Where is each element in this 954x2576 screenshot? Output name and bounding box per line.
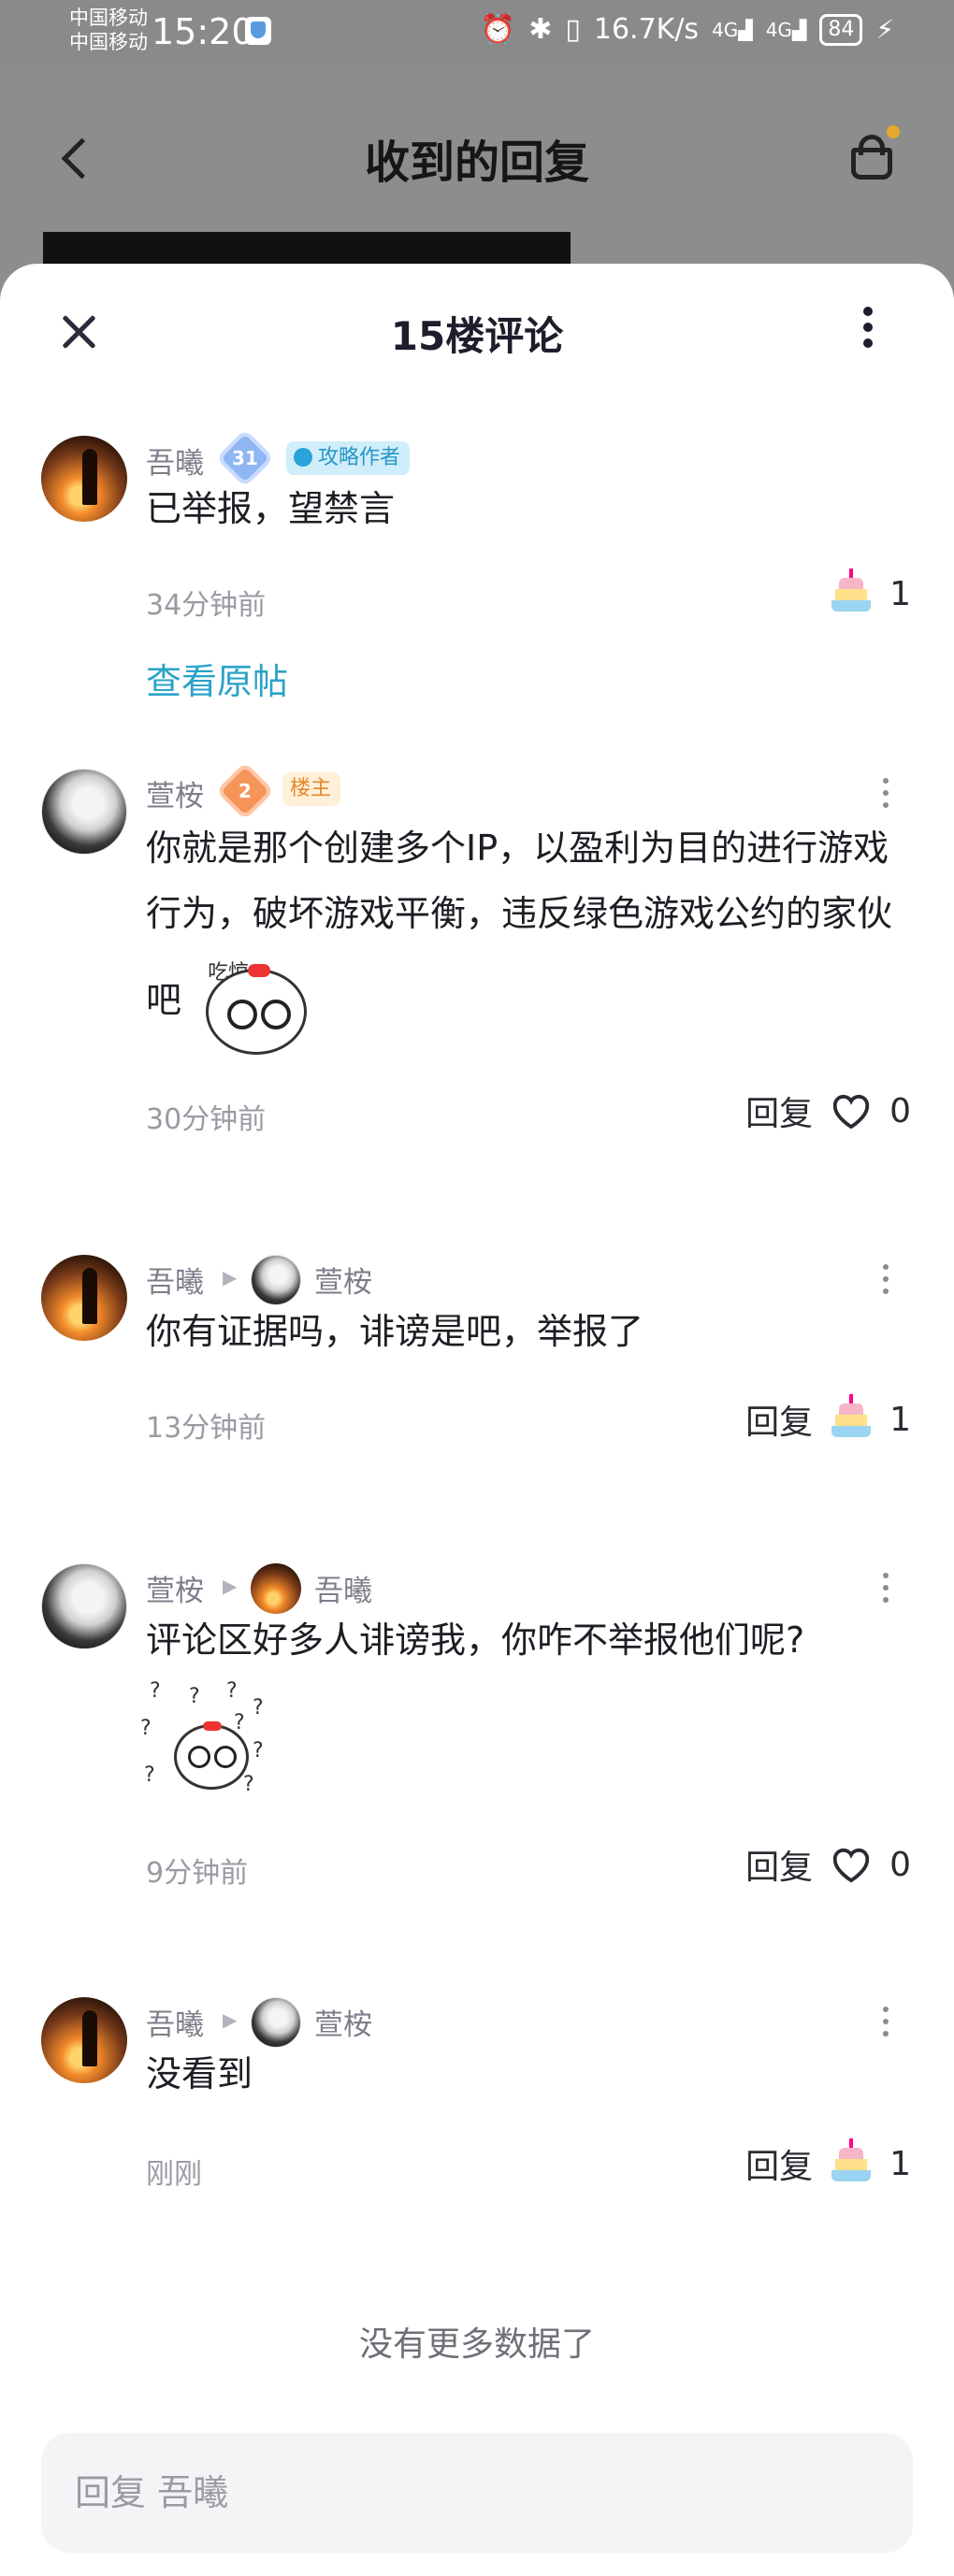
reply-arrow-icon: ▶	[223, 1575, 238, 1597]
op-tag: 楼主	[282, 772, 341, 806]
signal-icon-1: 4G▟	[712, 18, 753, 41]
reply-arrow-icon: ▶	[223, 1266, 238, 1288]
reply-actions: 回复 1	[745, 2138, 911, 2188]
reply-time: 9分钟前	[146, 1857, 249, 1890]
net-speed: 16.7K/s	[593, 13, 700, 46]
reply-actions: 回复 0	[745, 1840, 911, 1889]
avatar[interactable]	[41, 436, 127, 522]
confused-chick-sticker: ???? ?????	[140, 1679, 264, 1796]
cake-icon[interactable]	[830, 568, 873, 615]
surprised-chick-sticker: 吃惊	[193, 946, 314, 1058]
more-vertical-icon[interactable]	[860, 307, 875, 359]
gem-icon	[294, 448, 312, 467]
avatar[interactable]	[41, 1563, 127, 1649]
reply-text: 没看到	[146, 2053, 253, 2094]
level-badge: 2	[215, 761, 275, 821]
like-count: 0	[889, 1091, 911, 1130]
signal-icon-2: 4G▟	[765, 18, 807, 41]
reply-time: 刚刚	[146, 2158, 202, 2191]
reply-to-avatar[interactable]	[251, 1997, 301, 2048]
avatar[interactable]	[41, 769, 127, 855]
charging-icon: ⚡	[875, 14, 894, 45]
avatar[interactable]	[41, 1997, 127, 2083]
reply-text: 评论区好多人诽谤我，你咋不举报他们呢?	[146, 1619, 805, 1661]
reply-time: 13分钟前	[146, 1412, 267, 1445]
reply-text: 你有证据吗，诽谤是吧，举报了	[146, 1311, 644, 1352]
cake-count: 1	[889, 1400, 911, 1439]
cake-icon[interactable]	[830, 2138, 873, 2185]
bluetooth-icon: ✱	[528, 13, 553, 46]
reply-button[interactable]: 回复	[745, 1395, 813, 1444]
page-title: 收到的回复	[364, 137, 589, 189]
comment-text: 已举报，望禁言	[146, 488, 396, 529]
status-right: ⏰ ✱ ▯ 16.7K/s 4G▟ 4G▟ 84 ⚡	[481, 13, 894, 46]
reply-time: 30分钟前	[146, 1103, 267, 1136]
nickname[interactable]: 萱桉	[146, 1567, 204, 1609]
view-original-post-link[interactable]: 查看原帖	[146, 653, 288, 704]
reply-text-block: 你就是那个创建多个IP，以盈利为目的进行游戏行为，破坏游戏平衡，违反绿色游戏公约…	[146, 815, 913, 1058]
reply-to-name[interactable]: 萱桉	[314, 1259, 372, 1301]
reply-actions: 回复 1	[745, 1394, 911, 1444]
nickname[interactable]: 吾曦	[146, 1259, 204, 1301]
reply-more-icon[interactable]	[879, 1264, 892, 1302]
reply-actions: 回复 0	[745, 1087, 911, 1135]
reply-input-box[interactable]	[41, 2433, 913, 2553]
page-header: 收到的回复	[0, 64, 954, 288]
reply-to-avatar[interactable]	[251, 1255, 301, 1305]
heart-icon[interactable]	[830, 1845, 873, 1884]
reply-more-icon[interactable]	[879, 1573, 892, 1610]
cake-count: 1	[889, 574, 911, 613]
reply-arrow-icon: ▶	[223, 2008, 238, 2031]
no-more-data-label: 没有更多数据了	[358, 2325, 595, 2364]
nickname[interactable]: 吾曦	[146, 439, 204, 482]
carrier-2: 中国移动	[69, 31, 148, 53]
reply-button[interactable]: 回复	[745, 1840, 813, 1889]
comment-actions: 1	[830, 568, 911, 615]
status-time: 15:20	[152, 11, 254, 52]
alarm-icon: ⏰	[480, 13, 516, 46]
security-shield-icon	[245, 17, 271, 45]
reply-more-icon[interactable]	[879, 778, 892, 815]
carrier-labels: 中国移动 中国移动	[69, 6, 148, 54]
reply-to-avatar[interactable]	[251, 1563, 301, 1614]
nickname[interactable]: 萱桉	[146, 772, 204, 814]
avatar[interactable]	[41, 1255, 127, 1341]
comment-sheet: 15楼评论 吾曦 31 攻略作者 已举报，望禁言 34分钟前 1 查看原帖 萱桉…	[0, 264, 954, 2576]
author-tag: 攻略作者	[286, 441, 411, 475]
battery-icon: 84	[819, 13, 863, 46]
reply-button[interactable]: 回复	[745, 2139, 813, 2188]
reply-button[interactable]: 回复	[745, 1087, 813, 1135]
reply-input[interactable]	[75, 2433, 879, 2553]
carrier-1: 中国移动	[69, 7, 148, 29]
status-bar: 中国移动 中国移动 15:20 ⏰ ✱ ▯ 16.7K/s 4G▟ 4G▟ 84…	[0, 0, 954, 64]
cake-icon[interactable]	[830, 1394, 873, 1441]
reply-more-icon[interactable]	[879, 2007, 892, 2044]
comment-time: 34分钟前	[146, 589, 267, 622]
reply-to-name[interactable]: 萱桉	[314, 2001, 372, 2043]
sheet-title: 15楼评论	[390, 313, 564, 359]
shopping-basket-icon[interactable]	[846, 125, 902, 185]
vibrate-icon: ▯	[565, 13, 581, 46]
heart-icon[interactable]	[830, 1091, 873, 1130]
reply-to-name[interactable]: 吾曦	[314, 1567, 372, 1609]
nickname[interactable]: 吾曦	[146, 2001, 204, 2043]
like-count: 0	[889, 1845, 911, 1884]
cake-count: 1	[889, 2144, 911, 2183]
